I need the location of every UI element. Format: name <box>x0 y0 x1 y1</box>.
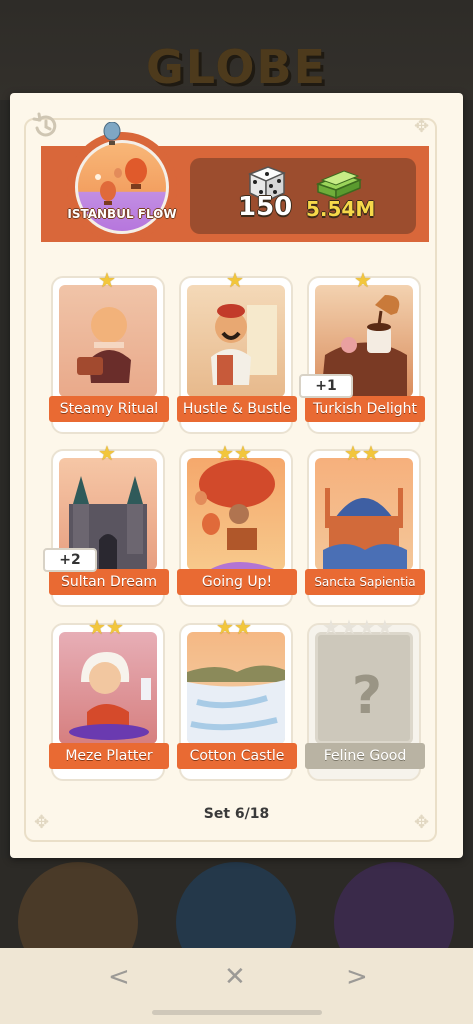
star-icon: ★ <box>98 268 116 292</box>
card-label: Steamy Ritual <box>49 396 169 422</box>
set-progress: Set 6/18 <box>203 806 270 822</box>
star-icon: ★ <box>361 441 380 465</box>
card-label: Cotton Castle <box>177 743 297 769</box>
star-empty-icon: ★ <box>375 615 394 639</box>
duplicate-badge: +2 <box>43 548 97 572</box>
star-icon: ★ <box>98 441 116 465</box>
star-icon: ★ <box>233 615 252 639</box>
card-going-up[interactable]: Going Up! <box>177 449 297 607</box>
star-icon: ★ <box>88 615 106 639</box>
history-icon[interactable] <box>31 111 61 141</box>
card-stars: ★ <box>98 270 116 290</box>
star-empty-icon: ★ <box>357 615 376 639</box>
card-art <box>187 285 285 397</box>
corner-ornament-icon: ✥ <box>414 116 430 137</box>
card-label: Sultan Dream <box>49 569 169 595</box>
card-turkish-delight[interactable]: Turkish Delight <box>305 276 425 434</box>
background-title: GLOBE <box>145 40 328 94</box>
card-feline-good[interactable]: ? Feline Good <box>305 623 425 781</box>
close-button[interactable]: ✕ <box>224 962 246 992</box>
next-button[interactable]: > <box>346 962 368 992</box>
card-label: Going Up! <box>177 569 297 595</box>
card-stars: ★ <box>354 270 372 290</box>
star-icon: ★ <box>216 441 234 465</box>
reward-cash-value: 5.54M <box>306 197 376 221</box>
card-hustle-bustle[interactable]: Hustle & Bustle <box>177 276 297 434</box>
card-label: Turkish Delight <box>305 396 425 422</box>
card-stars: ★ ★ <box>216 443 252 463</box>
home-indicator <box>152 1010 322 1015</box>
star-icon: ★ <box>105 615 124 639</box>
previous-button[interactable]: < <box>108 962 130 992</box>
card-art <box>315 458 413 570</box>
card-steamy-ritual[interactable]: Steamy Ritual <box>49 276 169 434</box>
card-stars: ★ <box>98 443 116 463</box>
card-stars: ★ ★ <box>88 617 124 637</box>
card-stars: ★ ★ <box>216 617 252 637</box>
card-art <box>187 458 285 570</box>
set-name: ISTANBUL FLOW <box>67 207 177 221</box>
star-icon: ★ <box>216 615 234 639</box>
card-label: Meze Platter <box>49 743 169 769</box>
card-stars: ★ <box>226 270 244 290</box>
card-art <box>59 632 157 744</box>
card-meze-platter[interactable]: Meze Platter <box>49 623 169 781</box>
hot-air-balloon-icon <box>103 122 121 145</box>
card-stars: ★ ★ ★ ★ <box>322 617 394 637</box>
card-art: ? <box>315 632 413 744</box>
cash-stack-icon <box>315 170 363 200</box>
star-empty-icon: ★ <box>339 615 358 639</box>
star-empty-icon: ★ <box>322 615 340 639</box>
card-label: Hustle & Bustle <box>177 396 297 422</box>
reward-dice-value: 150 <box>238 192 293 222</box>
set-reward-box <box>190 158 416 234</box>
card-stars: ★ ★ <box>344 443 380 463</box>
card-sultan-dream[interactable]: Sultan Dream <box>49 449 169 607</box>
duplicate-badge: +1 <box>299 374 353 398</box>
card-art <box>187 632 285 744</box>
svg-text:?: ? <box>352 666 382 726</box>
card-cotton-castle[interactable]: Cotton Castle <box>177 623 297 781</box>
card-sancta-sapientia[interactable]: Sancta Sapientia <box>305 449 425 607</box>
star-icon: ★ <box>354 268 372 292</box>
star-icon: ★ <box>226 268 244 292</box>
card-label: Sancta Sapientia <box>305 569 425 595</box>
card-label: Feline Good <box>305 743 425 769</box>
card-art <box>59 285 157 397</box>
star-icon: ★ <box>233 441 252 465</box>
star-icon: ★ <box>344 441 362 465</box>
